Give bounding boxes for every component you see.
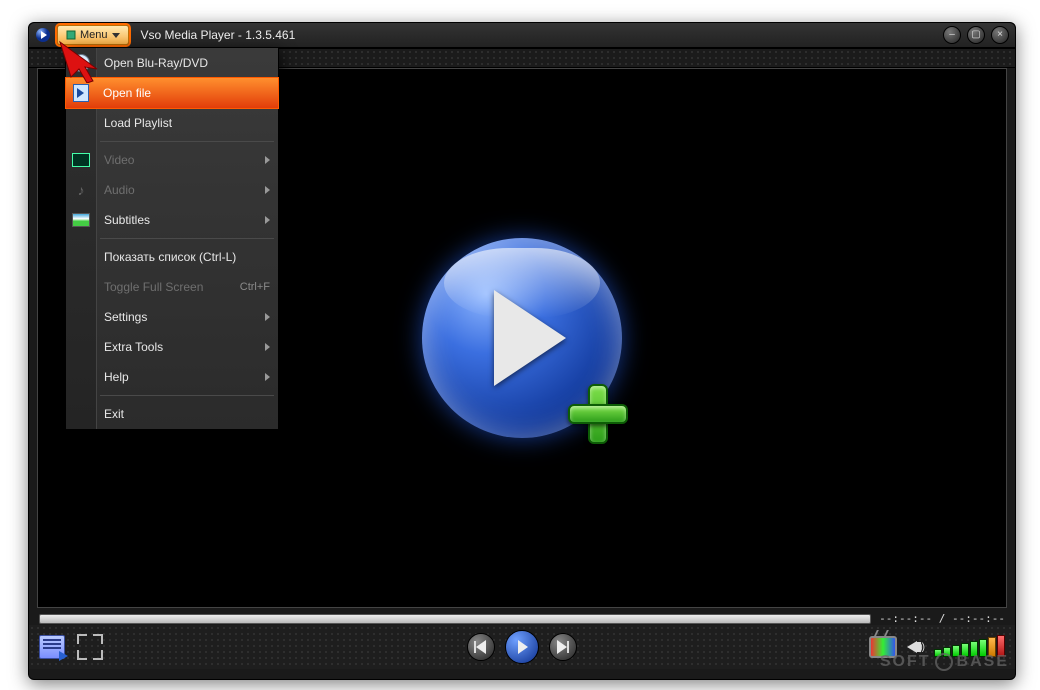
menu-item-label: Subtitles bbox=[104, 213, 150, 227]
file-icon bbox=[72, 84, 90, 102]
chevron-down-icon bbox=[112, 33, 120, 38]
play-icon bbox=[494, 290, 566, 386]
menu-item[interactable]: Показать список (Ctrl-L) bbox=[66, 242, 278, 272]
submenu-arrow-icon bbox=[265, 216, 270, 224]
menu-item: ♪ Audio bbox=[66, 175, 278, 205]
playlist-button[interactable] bbox=[39, 635, 65, 659]
big-play-button[interactable] bbox=[422, 238, 622, 438]
speaker-icon bbox=[907, 641, 917, 653]
submenu-arrow-icon bbox=[265, 373, 270, 381]
menu-item-label: Settings bbox=[104, 310, 147, 324]
audio-icon: ♪ bbox=[72, 181, 90, 199]
fullscreen-button[interactable] bbox=[77, 634, 103, 660]
maximize-button[interactable]: ▢ bbox=[967, 26, 985, 44]
menu-item[interactable]: Exit bbox=[66, 399, 278, 429]
menu-item: Toggle Full Screen Ctrl+F bbox=[66, 272, 278, 302]
watermark: SOFT BASE bbox=[880, 653, 1009, 671]
menu-separator bbox=[100, 238, 274, 239]
menu-item-label: Open Blu-Ray/DVD bbox=[104, 56, 208, 70]
close-button[interactable]: × bbox=[991, 26, 1009, 44]
plus-icon bbox=[564, 380, 628, 444]
minimize-button[interactable]: – bbox=[943, 26, 961, 44]
menu-item-label: Audio bbox=[104, 183, 135, 197]
submenu-arrow-icon bbox=[265, 156, 270, 164]
menu-item[interactable]: Settings bbox=[66, 302, 278, 332]
menu-item-label: Help bbox=[104, 370, 129, 384]
menu-item-label: Extra Tools bbox=[104, 340, 163, 354]
subtitles-icon bbox=[72, 211, 90, 229]
menu-separator bbox=[100, 141, 274, 142]
menu-item-label: Load Playlist bbox=[104, 116, 172, 130]
play-button[interactable] bbox=[505, 630, 539, 664]
menu-item-label: Показать список (Ctrl-L) bbox=[104, 250, 236, 264]
app-window: Menu Vso Media Player - 1.3.5.461 – ▢ × … bbox=[28, 22, 1016, 680]
seek-row: --:--:-- / --:--:-- bbox=[39, 612, 1005, 625]
menu-item-label: Exit bbox=[104, 407, 124, 421]
app-icon bbox=[35, 27, 51, 43]
next-button[interactable] bbox=[549, 633, 577, 661]
seek-bar[interactable] bbox=[39, 614, 871, 624]
annotation-arrow-icon bbox=[57, 39, 101, 83]
volume-icon[interactable]: )) bbox=[907, 641, 924, 653]
time-display: --:--:-- / --:--:-- bbox=[879, 612, 1005, 625]
controls-bar: )) SOFT BASE bbox=[29, 625, 1015, 669]
menu-item-label: Video bbox=[104, 153, 134, 167]
watermark-ring-icon bbox=[935, 653, 953, 671]
main-menu: Open Blu-Ray/DVD Open file Load Playlist Vi… bbox=[65, 47, 279, 430]
menu-item[interactable]: Help bbox=[66, 362, 278, 392]
submenu-arrow-icon bbox=[265, 343, 270, 351]
menu-item-label: Toggle Full Screen bbox=[104, 280, 203, 294]
menu-shortcut: Ctrl+F bbox=[240, 281, 270, 293]
window-title: Vso Media Player - 1.3.5.461 bbox=[141, 28, 296, 42]
menu-separator bbox=[100, 395, 274, 396]
video-icon bbox=[72, 151, 90, 169]
submenu-arrow-icon bbox=[265, 186, 270, 194]
menu-item: Video bbox=[66, 145, 278, 175]
submenu-arrow-icon bbox=[265, 313, 270, 321]
menu-item[interactable]: Subtitles bbox=[66, 205, 278, 235]
menu-item[interactable]: Load Playlist bbox=[66, 108, 278, 138]
prev-button[interactable] bbox=[467, 633, 495, 661]
menu-item[interactable]: Extra Tools bbox=[66, 332, 278, 362]
menu-item-label: Open file bbox=[103, 86, 151, 100]
title-bar: Menu Vso Media Player - 1.3.5.461 – ▢ × bbox=[29, 23, 1015, 48]
